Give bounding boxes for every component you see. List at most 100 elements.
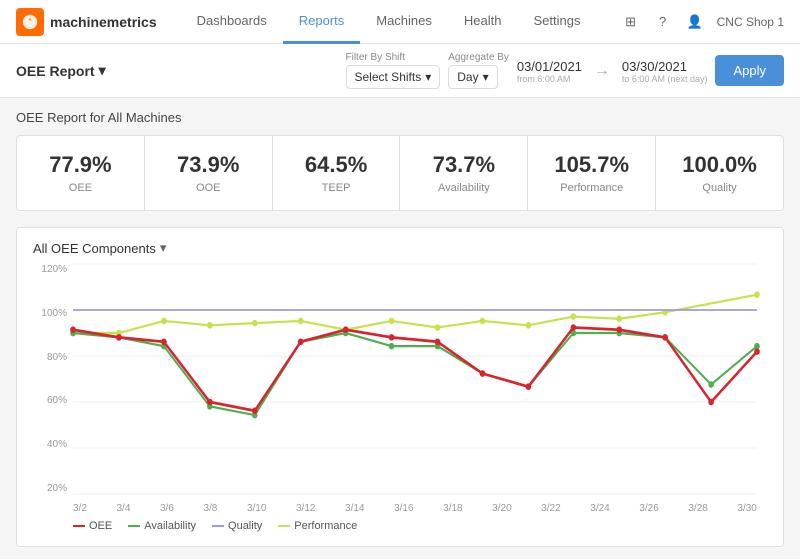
metric-availability-label: Availability — [412, 182, 515, 194]
logo: machinemetrics — [16, 8, 157, 36]
metric-ooe-value: 73.9% — [157, 152, 260, 178]
logo-text: machinemetrics — [50, 14, 157, 30]
availability-legend-label: Availability — [144, 520, 196, 532]
from-date-value: 03/01/2021 — [517, 59, 582, 74]
oee-line — [73, 328, 757, 411]
x-label-3-16: 3/16 — [394, 503, 413, 514]
x-label-3-14: 3/14 — [345, 503, 364, 514]
chart-area — [73, 264, 757, 494]
aggregate-select[interactable]: Day ▾ — [448, 65, 497, 89]
legend-quality: Quality — [212, 520, 262, 532]
apply-button[interactable]: Apply — [715, 55, 784, 86]
metric-quality: 100.0% Quality — [656, 136, 783, 210]
grid-icon[interactable]: ⊞ — [621, 12, 641, 32]
toolbar: OEE Report ▾ Filter By Shift Select Shif… — [0, 44, 800, 98]
shift-select-arrow-icon: ▾ — [425, 70, 431, 84]
oee-legend-label: OEE — [89, 520, 112, 532]
availability-line — [73, 333, 757, 415]
logo-icon — [16, 8, 44, 36]
nav-reports[interactable]: Reports — [283, 0, 361, 44]
content-area: OEE Report for All Machines 77.9% OEE 73… — [0, 98, 800, 559]
shop-name: CNC Shop 1 — [717, 15, 784, 29]
nav-machines[interactable]: Machines — [360, 0, 448, 44]
legend-performance: Performance — [278, 520, 357, 532]
quality-legend-label: Quality — [228, 520, 262, 532]
nav-links: Dashboards Reports Machines Health Setti… — [181, 0, 621, 44]
y-label-120: 120% — [41, 264, 67, 275]
performance-legend-label: Performance — [294, 520, 357, 532]
chart-title: All OEE Components — [33, 241, 156, 256]
legend-oee: OEE — [73, 520, 112, 532]
chart-legend: OEE Availability Quality Performance — [73, 520, 357, 532]
shift-select-value: Select Shifts — [355, 70, 422, 84]
x-label-3-30: 3/30 — [737, 503, 756, 514]
metric-ooe-label: OOE — [157, 182, 260, 194]
nav-health[interactable]: Health — [448, 0, 518, 44]
x-label-3-18: 3/18 — [443, 503, 462, 514]
shift-select[interactable]: Select Shifts ▾ — [346, 65, 441, 89]
x-label-3-2: 3/2 — [73, 503, 87, 514]
x-label-3-22: 3/22 — [541, 503, 560, 514]
x-label-3-12: 3/12 — [296, 503, 315, 514]
chart-dropdown-icon[interactable]: ▾ — [160, 240, 167, 256]
aggregate-value: Day — [457, 70, 478, 84]
chart-container: 120% 100% 80% 60% 40% 20% — [33, 264, 767, 534]
metric-cards: 77.9% OEE 73.9% OOE 64.5% TEEP 73.7% Ava… — [16, 135, 784, 211]
to-date-group: 03/30/2021 to 6:00 AM (next day) — [622, 57, 708, 84]
chart-section: All OEE Components ▾ 120% 100% 80% 60% 4… — [16, 227, 784, 547]
shift-filter-group: Filter By Shift Select Shifts ▾ — [346, 52, 441, 89]
x-axis: 3/2 3/4 3/6 3/8 3/10 3/12 3/14 3/16 3/18… — [73, 503, 757, 514]
quality-legend-dot — [212, 525, 224, 527]
from-date-group: 03/01/2021 from 6:00 AM — [517, 57, 582, 84]
to-date-sublabel: to 6:00 AM (next day) — [622, 74, 708, 84]
report-label: OEE Report — [16, 63, 95, 79]
y-label-100: 100% — [41, 308, 67, 319]
help-icon[interactable]: ? — [653, 12, 673, 32]
metric-teep: 64.5% TEEP — [273, 136, 401, 210]
shift-filter-label: Filter By Shift — [346, 52, 405, 63]
availability-legend-dot — [128, 525, 140, 527]
x-label-3-20: 3/20 — [492, 503, 511, 514]
x-label-3-26: 3/26 — [639, 503, 658, 514]
top-nav: machinemetrics Dashboards Reports Machin… — [0, 0, 800, 44]
chart-svg — [73, 264, 757, 494]
x-label-3-8: 3/8 — [203, 503, 217, 514]
metric-availability: 73.7% Availability — [400, 136, 528, 210]
nav-settings[interactable]: Settings — [517, 0, 596, 44]
performance-line — [73, 295, 757, 333]
metric-quality-value: 100.0% — [668, 152, 771, 178]
oee-legend-dot — [73, 525, 85, 527]
user-icon[interactable]: 👤 — [685, 12, 705, 32]
metric-performance: 105.7% Performance — [528, 136, 656, 210]
y-label-20: 20% — [47, 483, 67, 494]
report-selector[interactable]: OEE Report ▾ — [16, 62, 106, 79]
dropdown-arrow-icon: ▾ — [99, 62, 106, 79]
x-label-3-24: 3/24 — [590, 503, 609, 514]
performance-legend-dot — [278, 525, 290, 527]
aggregate-arrow-icon: ▾ — [483, 70, 489, 84]
legend-availability: Availability — [128, 520, 196, 532]
report-section-title: OEE Report for All Machines — [16, 110, 784, 125]
y-label-60: 60% — [47, 395, 67, 406]
aggregate-filter-group: Aggregate By Day ▾ — [448, 52, 509, 89]
from-date-sublabel: from 6:00 AM — [517, 74, 571, 84]
x-label-3-10: 3/10 — [247, 503, 266, 514]
metric-teep-label: TEEP — [285, 182, 388, 194]
date-arrow-icon: → — [590, 62, 614, 80]
y-label-80: 80% — [47, 352, 67, 363]
nav-dashboards[interactable]: Dashboards — [181, 0, 283, 44]
metric-ooe: 73.9% OOE — [145, 136, 273, 210]
toolbar-right: Filter By Shift Select Shifts ▾ Aggregat… — [346, 52, 785, 89]
y-label-40: 40% — [47, 439, 67, 450]
y-axis: 120% 100% 80% 60% 40% 20% — [33, 264, 73, 494]
aggregate-label: Aggregate By — [448, 52, 509, 63]
metric-oee-value: 77.9% — [29, 152, 132, 178]
metric-performance-label: Performance — [540, 182, 643, 194]
metric-oee: 77.9% OEE — [17, 136, 145, 210]
nav-right: ⊞ ? 👤 CNC Shop 1 — [621, 12, 784, 32]
metric-oee-label: OEE — [29, 182, 132, 194]
metric-performance-value: 105.7% — [540, 152, 643, 178]
metric-teep-value: 64.5% — [285, 152, 388, 178]
metric-quality-label: Quality — [668, 182, 771, 194]
x-label-3-4: 3/4 — [116, 503, 130, 514]
